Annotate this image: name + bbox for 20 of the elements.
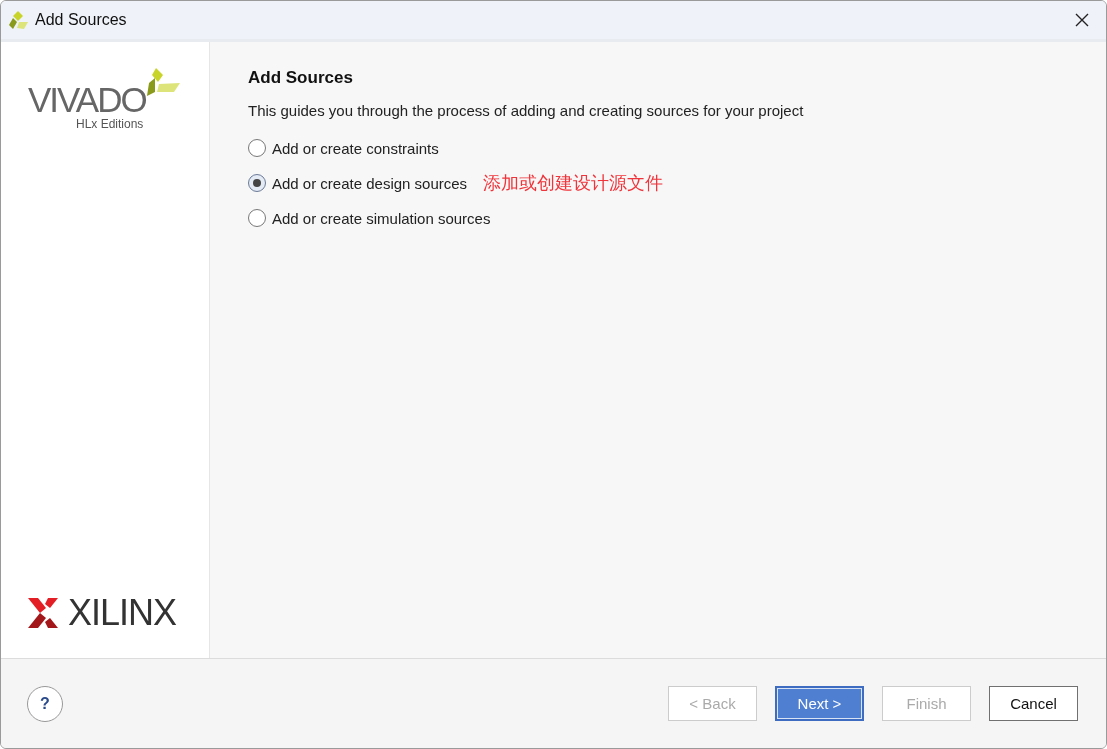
help-button[interactable]: ?	[27, 685, 63, 722]
close-icon[interactable]	[1075, 13, 1089, 27]
radio-option[interactable]: Add or create simulation sources	[248, 209, 491, 227]
radio-option[interactable]: Add or create design sources	[248, 174, 468, 192]
page-description: This guides you through the process of adding and creating sources for your project	[248, 102, 805, 119]
dialog-button[interactable]: Cancel	[989, 686, 1078, 721]
company-logo-text: XILINX	[68, 592, 177, 634]
annotation-text: 添加或创建设计源文件	[483, 172, 664, 195]
company-logo-icon	[28, 598, 58, 628]
product-logo-text: VIVADO	[28, 82, 146, 117]
window-title: Add Sources	[35, 11, 128, 29]
radio-icon[interactable]	[248, 174, 266, 192]
app-logo-icon	[9, 10, 29, 30]
radio-icon[interactable]	[248, 139, 266, 157]
edition-label: HLx Editions	[76, 117, 144, 131]
radio-option[interactable]: Add or create constraints	[248, 139, 439, 157]
dialog-button[interactable]: Next >	[775, 686, 864, 721]
leaf-logo-icon	[146, 68, 181, 98]
radio-icon[interactable]	[248, 209, 266, 227]
page-heading: Add Sources	[248, 68, 354, 88]
